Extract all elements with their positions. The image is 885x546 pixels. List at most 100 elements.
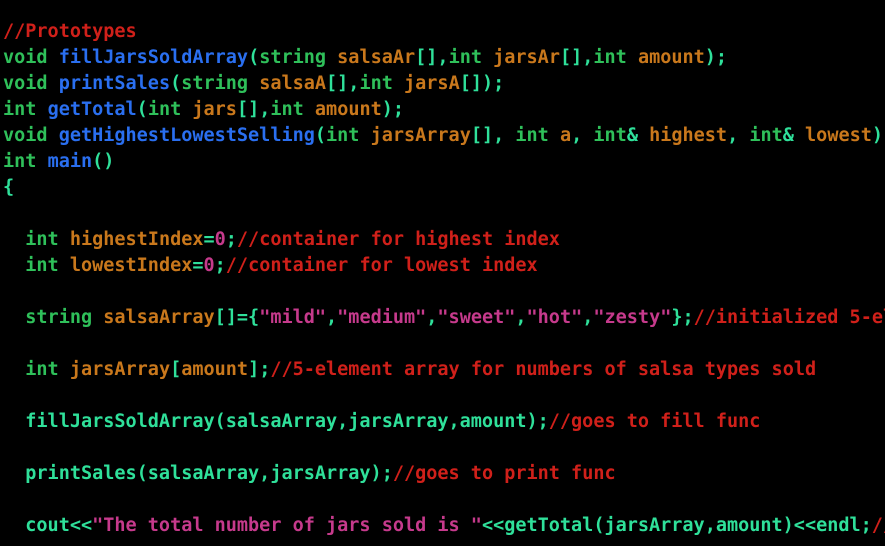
code-token-punct: = [203, 229, 215, 250]
code-token-punct: = [192, 255, 204, 276]
code-token-func: getTotal [47, 99, 137, 120]
code-token-punct: ]; [248, 359, 271, 380]
code-token-ident: jarsA [404, 73, 460, 94]
code-token-comment: //initialized 5-ele [693, 307, 885, 328]
code-line[interactable]: void printSales(string salsaA[],int jars… [3, 71, 885, 97]
code-token-punct: <<getTotal(jarsArray,amount)<<endl; [481, 515, 872, 536]
code-line[interactable]: printSales(salsaArray,jarsArray);//goes … [3, 461, 885, 487]
code-token-punct: ( [314, 125, 327, 146]
code-line[interactable]: int jarsArray[amount];//5-element array … [3, 357, 885, 383]
code-token-ident: highest [649, 125, 728, 146]
code-token-ident: lowest [805, 125, 872, 146]
code-token-punct: , [582, 307, 594, 328]
code-token-string: "sweet" [437, 307, 516, 328]
code-token-ident: salsaA [259, 73, 327, 94]
code-token-punct: () [92, 151, 115, 172]
code-token-type: string [259, 47, 338, 68]
code-line[interactable]: int highestIndex=0;//container for highe… [3, 227, 885, 253]
code-token-string: "The total number of jars sold is " [92, 515, 482, 536]
code-line[interactable]: void fillJarsSoldArray(string salsaAr[],… [3, 45, 885, 71]
code-token-punct: ); [704, 47, 728, 68]
code-token-comment: //Prototypes [3, 21, 137, 42]
code-token-comment: //goes to fill func [548, 411, 761, 432]
code-token-ident: jars [192, 99, 237, 120]
code-token-punct: [ [170, 359, 182, 380]
code-line[interactable]: cout<<"The total number of jars sold is … [3, 513, 885, 539]
code-token-type: int [593, 47, 638, 68]
code-line[interactable] [3, 487, 885, 513]
code-token-punct: ); [871, 125, 885, 146]
code-token-punct: , [571, 125, 594, 146]
code-line[interactable]: { [3, 175, 885, 201]
code-token-punct: ; [214, 255, 226, 276]
code-token-type: int [25, 359, 70, 380]
code-token-punct: ( [170, 73, 182, 94]
code-token-type: int [326, 125, 371, 146]
code-token-punct: & [626, 125, 650, 146]
code-line[interactable] [3, 331, 885, 357]
code-token-punct: , [326, 307, 338, 328]
code-token-string: "hot" [526, 307, 583, 328]
code-token-type: int [25, 255, 70, 276]
code-line[interactable]: int getTotal(int jars[],int amount); [3, 97, 885, 123]
code-editor[interactable]: //Prototypes void fillJarsSoldArray(strin… [0, 0, 885, 546]
code-token-ident: salsaArray [103, 307, 215, 328]
code-token-comment: //s [871, 515, 885, 536]
code-token-comment: //container for highest index [236, 229, 560, 250]
code-token-punct: []={ [214, 307, 260, 328]
code-token-string: 0 [214, 229, 226, 250]
code-token-comment: //5-element array for numbers of salsa t… [270, 359, 817, 380]
code-token-type: int [3, 99, 48, 120]
code-line[interactable]: fillJarsSoldArray(salsaArray,jarsArray,a… [3, 409, 885, 435]
code-token-comment: //goes to print func [392, 463, 616, 484]
code-token-type: int [448, 47, 494, 68]
code-token-punct: , [426, 307, 438, 328]
code-token-type: int [25, 229, 70, 250]
code-token-punct: [], [326, 73, 360, 94]
code-token-punct: []); [459, 73, 505, 94]
code-token-ident: jarsArray [370, 125, 471, 146]
code-line[interactable] [3, 279, 885, 305]
code-token-ident: lowestIndex [69, 255, 193, 276]
code-token-punct: [], [470, 125, 516, 146]
code-line[interactable]: //Prototypes [3, 19, 885, 45]
code-token-punct: fillJarsSoldArray(salsaArray,jarsArray,a… [25, 411, 549, 432]
code-token-punct: ; [225, 229, 237, 250]
code-token-type: void [3, 47, 59, 68]
code-line[interactable]: int main() [3, 149, 885, 175]
code-token-type: int [3, 151, 48, 172]
code-line[interactable] [3, 201, 885, 227]
code-token-string: 0 [203, 255, 215, 276]
code-token-ident: amount [637, 47, 705, 68]
code-token-punct: [], [236, 99, 271, 120]
code-token-punct: & [782, 125, 806, 146]
code-lines[interactable]: //Prototypes void fillJarsSoldArray(strin… [3, 19, 885, 539]
code-token-type: int [359, 73, 405, 94]
code-token-ident: a [559, 125, 572, 146]
code-token-type: int [515, 125, 560, 146]
code-token-ident: salsaAr [337, 47, 416, 68]
code-token-punct: cout<< [25, 515, 93, 536]
code-token-func: printSales [58, 73, 171, 94]
code-token-punct: [], [415, 47, 449, 68]
code-token-punct: ); [381, 99, 405, 120]
code-token-punct: }; [671, 307, 694, 328]
code-token-type: int [147, 99, 193, 120]
code-line[interactable] [3, 383, 885, 409]
code-token-type: int [593, 125, 627, 146]
code-token-punct: ( [248, 47, 260, 68]
code-token-func: main [47, 151, 93, 172]
code-token-punct: { [3, 177, 15, 198]
code-token-punct: [], [559, 47, 594, 68]
code-token-punct: printSales(salsaArray,jarsArray); [25, 463, 393, 484]
code-line[interactable] [3, 435, 885, 461]
code-line[interactable]: int lowestIndex=0;//container for lowest… [3, 253, 885, 279]
code-token-type: string [181, 73, 260, 94]
code-line[interactable]: string salsaArray[]={"mild","medium","sw… [3, 305, 885, 331]
code-line[interactable]: void getHighestLowestSelling(int jarsArr… [3, 123, 885, 149]
